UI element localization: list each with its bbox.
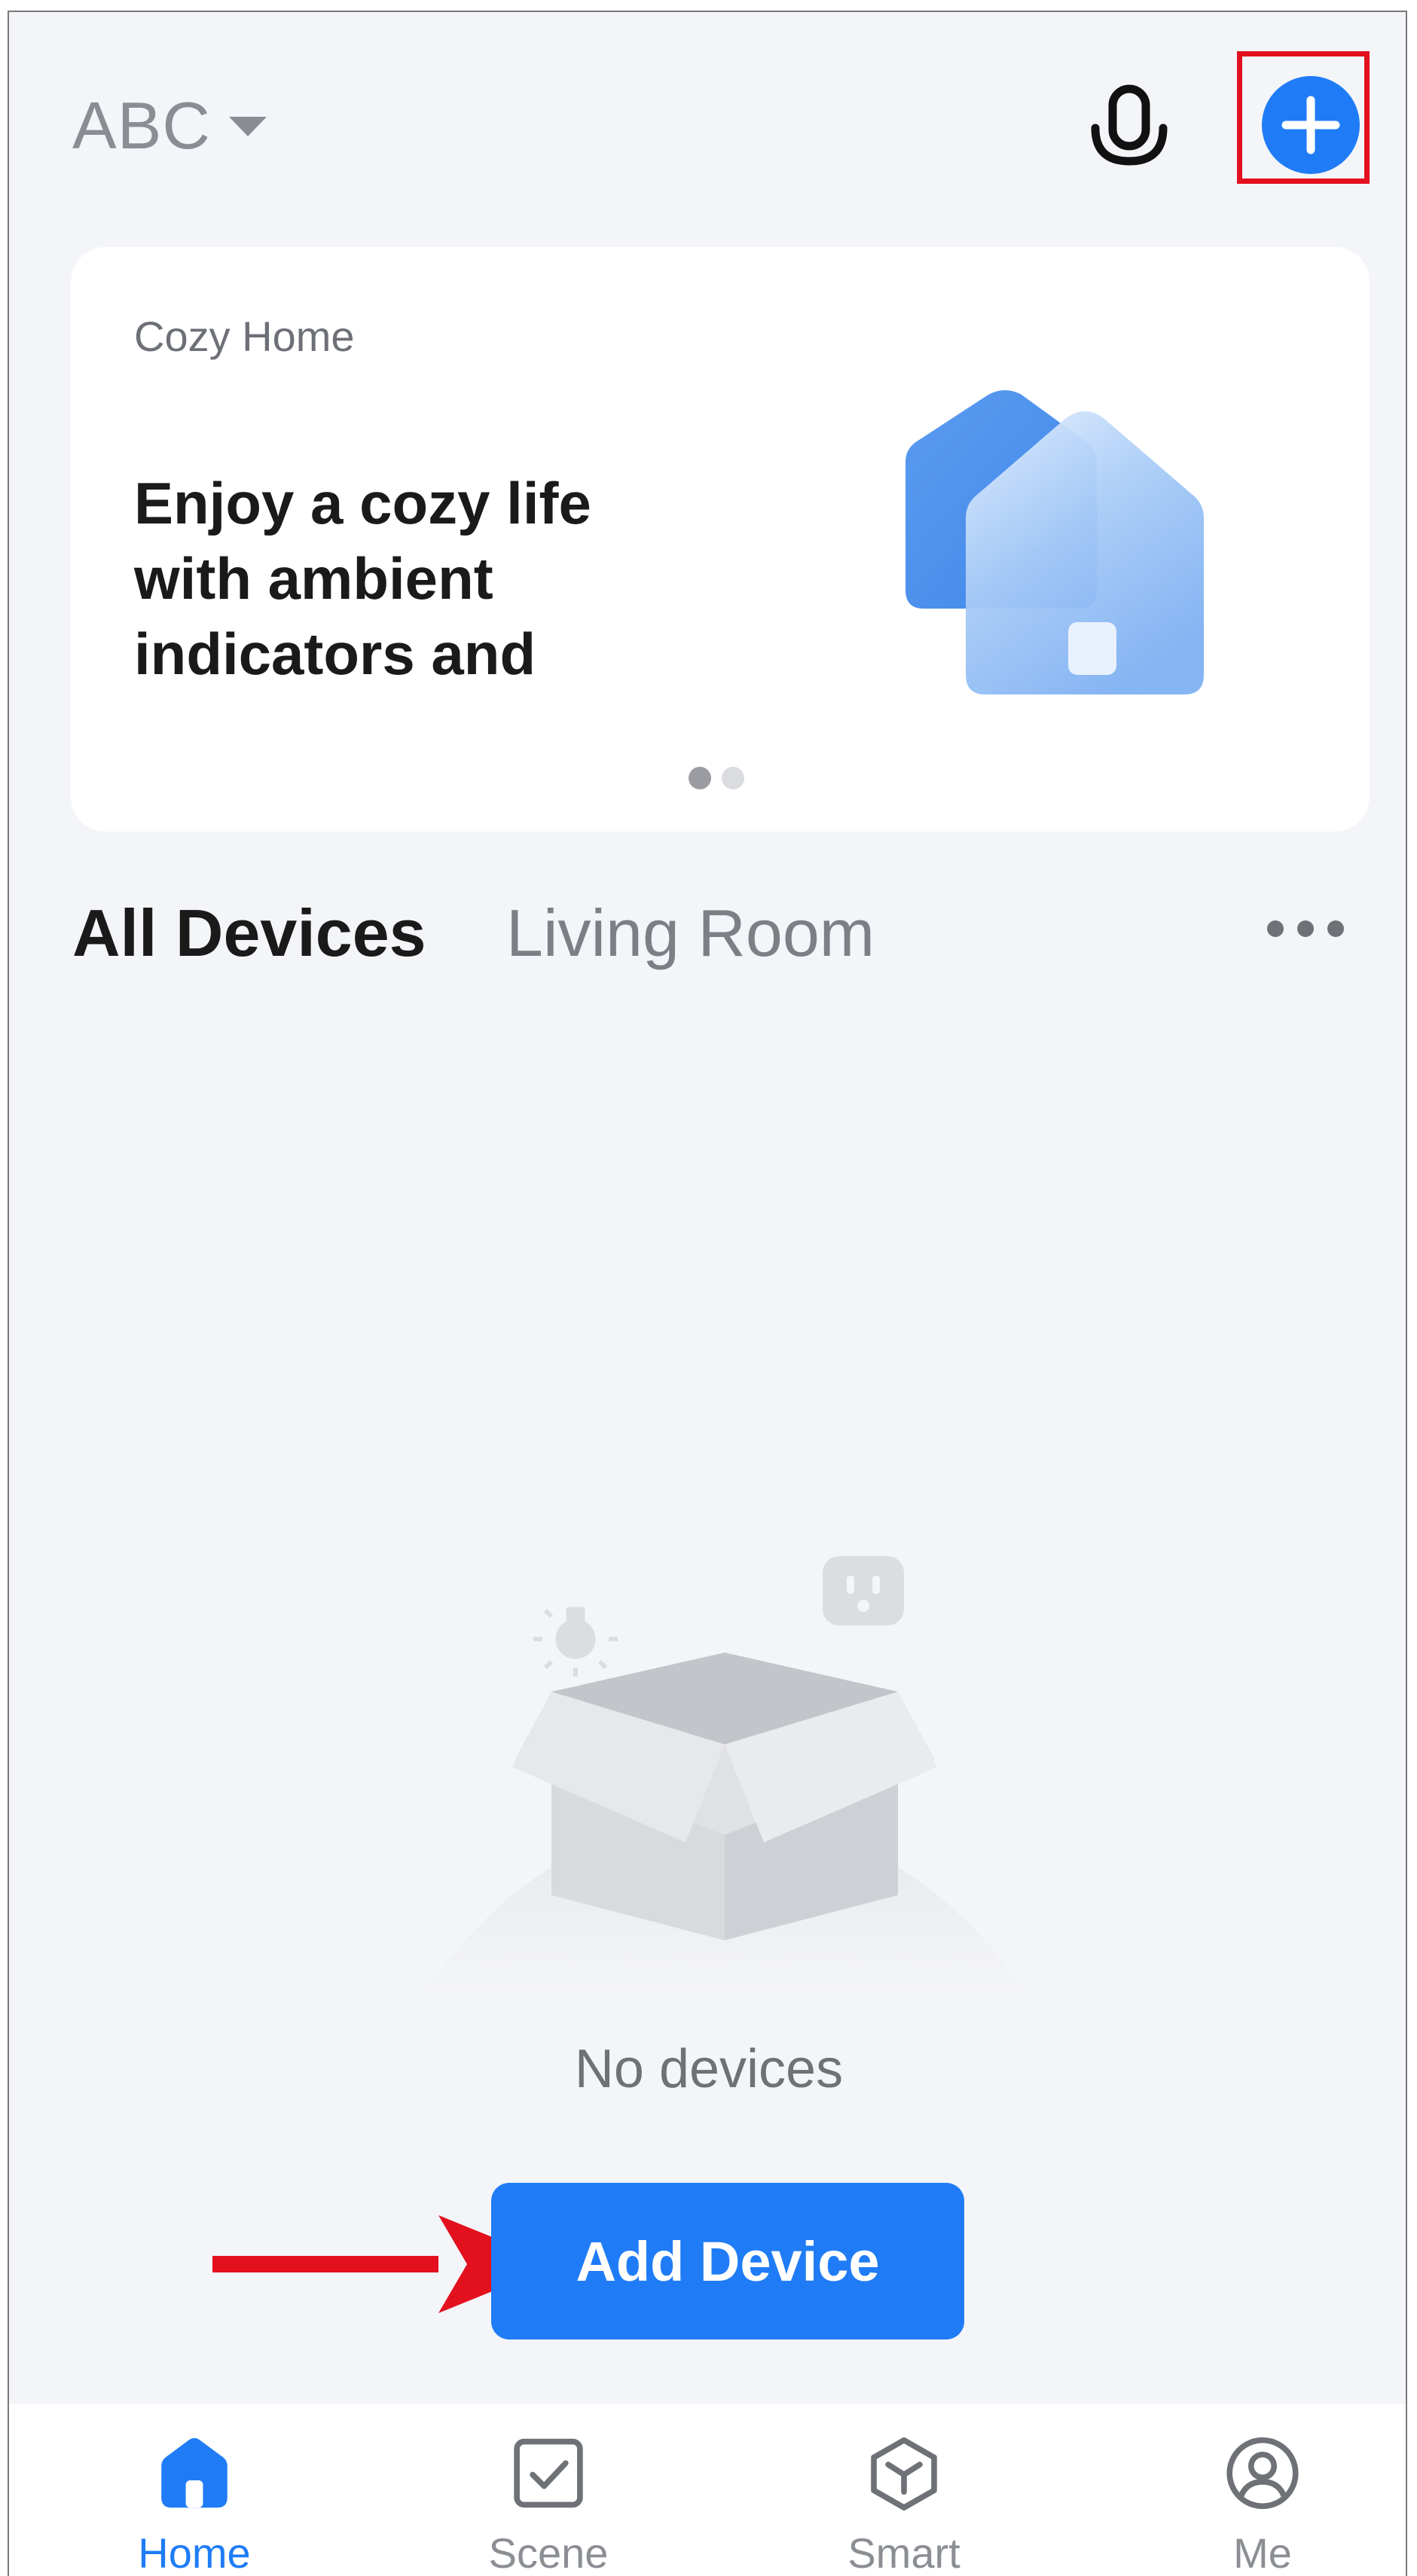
nav-label-smart: Smart bbox=[847, 2529, 960, 2576]
home-name: ABC bbox=[72, 88, 211, 163]
smart-hexagon-icon bbox=[871, 2437, 937, 2510]
microphone-icon[interactable] bbox=[1088, 84, 1171, 175]
home-illustration bbox=[905, 390, 1204, 694]
home-selector[interactable]: ABC bbox=[72, 87, 268, 164]
user-profile-icon bbox=[1226, 2437, 1299, 2510]
nav-label-scene: Scene bbox=[488, 2529, 609, 2576]
banner-pagination bbox=[689, 767, 744, 789]
scene-checkbox-icon bbox=[514, 2438, 583, 2508]
tab-living-room[interactable]: Living Room bbox=[506, 895, 875, 972]
tab-all-devices[interactable]: All Devices bbox=[72, 895, 426, 972]
nav-label-home: Home bbox=[138, 2529, 251, 2576]
empty-box-illustration bbox=[423, 1556, 1026, 1993]
caret-down-icon bbox=[228, 114, 268, 143]
nav-item-home[interactable]: Home bbox=[81, 2404, 307, 2576]
banner-eyebrow: Cozy Home bbox=[134, 313, 355, 360]
banner-headline: Enjoy a cozy life with ambient indicator… bbox=[134, 470, 591, 687]
nav-item-smart[interactable]: Smart bbox=[791, 2404, 1017, 2576]
pagination-dot[interactable] bbox=[722, 767, 744, 789]
bottom-nav: Home Scene Smart Me bbox=[9, 2404, 1406, 2576]
home-icon bbox=[161, 2437, 228, 2508]
nav-item-scene[interactable]: Scene bbox=[435, 2404, 661, 2576]
add-device-button[interactable]: Add Device bbox=[491, 2183, 964, 2339]
nav-label-me: Me bbox=[1233, 2529, 1292, 2576]
pagination-dot-active bbox=[689, 767, 711, 789]
add-device-plus-button[interactable] bbox=[1262, 76, 1360, 174]
nav-item-me[interactable]: Me bbox=[1150, 2404, 1376, 2576]
app-screen: ABC Cozy Home Enjoy a cozy life with amb… bbox=[8, 11, 1407, 2576]
more-horizontal-icon[interactable] bbox=[1267, 913, 1344, 945]
empty-state-message: No devices bbox=[574, 2039, 844, 2099]
banner-card[interactable]: Cozy Home Enjoy a cozy life with ambient… bbox=[71, 247, 1370, 832]
plus-circle-icon bbox=[1281, 96, 1340, 154]
